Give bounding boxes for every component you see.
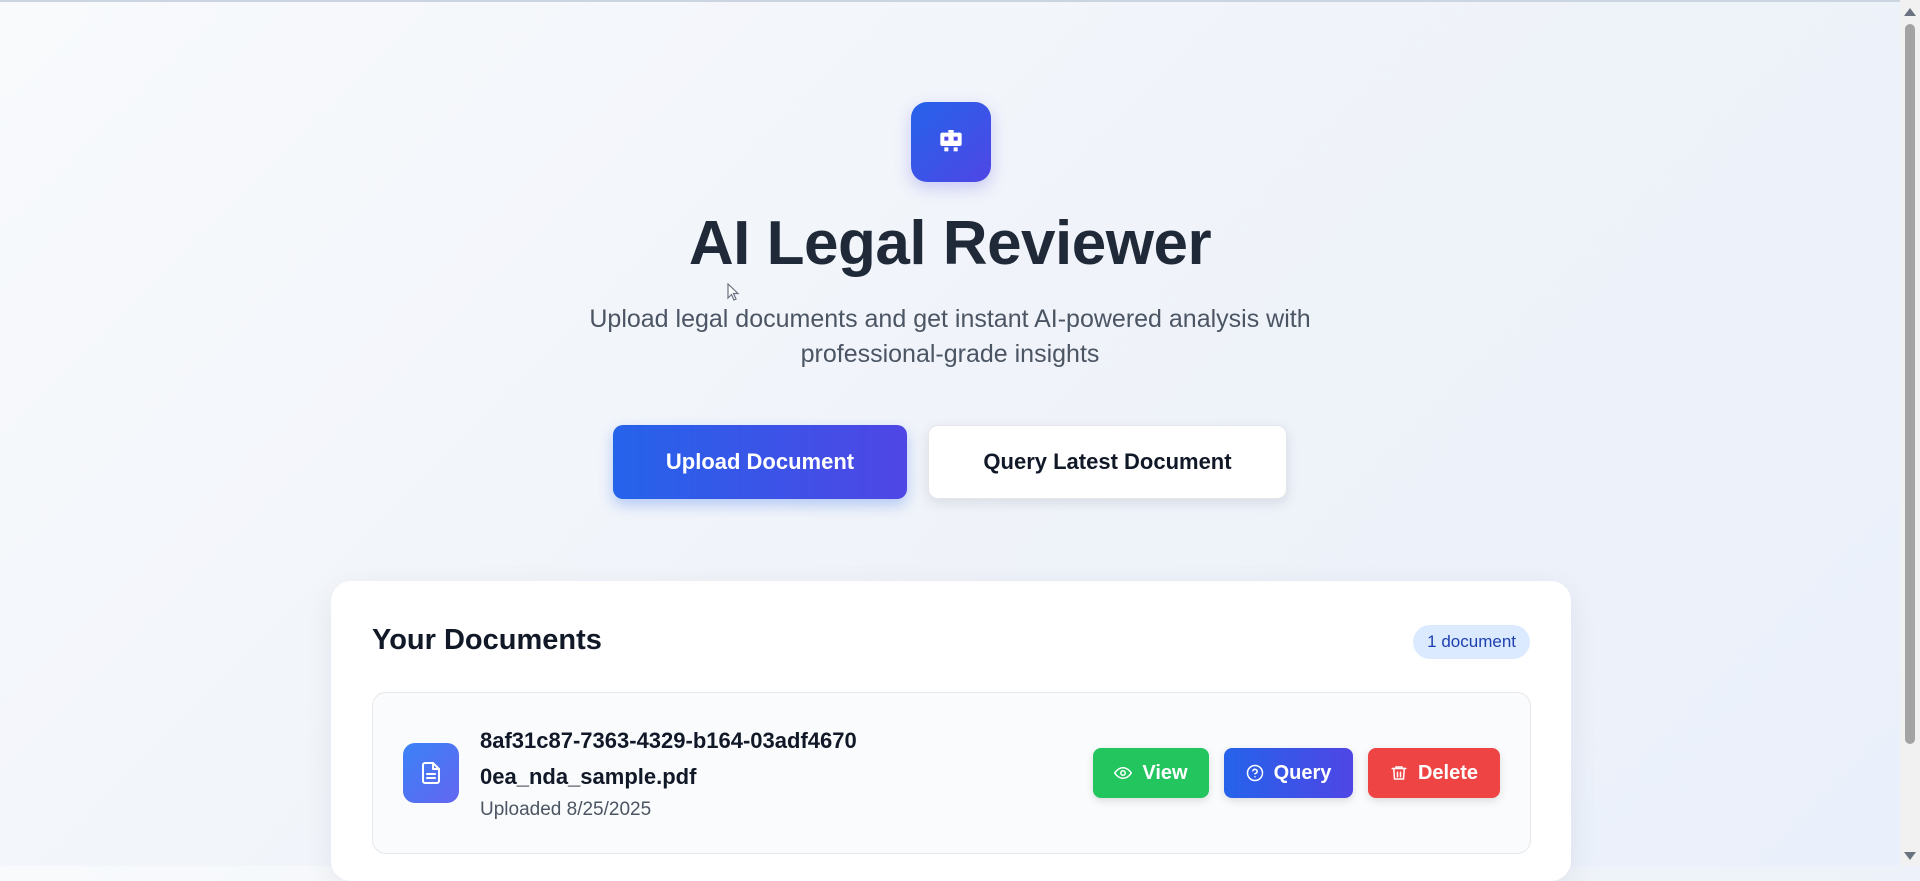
view-document-button[interactable]: View: [1093, 748, 1209, 798]
window-top-border: [0, 0, 1900, 2]
vertical-scrollbar[interactable]: [1900, 0, 1920, 866]
upload-document-button[interactable]: Upload Document: [613, 425, 907, 499]
question-circle-icon: [1246, 764, 1263, 782]
query-document-button[interactable]: Query: [1224, 748, 1353, 798]
document-upload-date: Uploaded 8/25/2025: [480, 799, 652, 820]
query-button-label: Query: [1273, 761, 1332, 784]
scroll-up-arrow-icon[interactable]: [1904, 8, 1916, 16]
page-subtitle: Upload legal documents and get instant A…: [589, 305, 1311, 368]
file-icon: [403, 743, 459, 803]
documents-heading: Your Documents: [372, 624, 602, 656]
robot-icon: [911, 102, 991, 182]
view-button-label: View: [1142, 761, 1188, 784]
query-latest-document-button[interactable]: Query Latest Document: [928, 425, 1287, 499]
scroll-down-arrow-icon[interactable]: [1904, 852, 1916, 860]
delete-document-button[interactable]: Delete: [1368, 748, 1500, 798]
mouse-cursor-icon: [727, 283, 740, 301]
page-title: AI Legal Reviewer: [688, 209, 1212, 278]
document-list-item: 8af31c87-7363-4329-b164-03adf46700ea_nda…: [372, 692, 1531, 854]
delete-button-label: Delete: [1417, 761, 1479, 784]
documents-panel: Your Documents 1 document 8af31c87-7363-…: [331, 581, 1571, 881]
scrollbar-thumb[interactable]: [1905, 24, 1915, 744]
document-count-badge: 1 document: [1413, 625, 1530, 659]
document-name: 8af31c87-7363-4329-b164-03adf46700ea_nda…: [480, 728, 857, 789]
eye-icon: [1114, 766, 1133, 780]
trash-icon: [1391, 766, 1407, 780]
